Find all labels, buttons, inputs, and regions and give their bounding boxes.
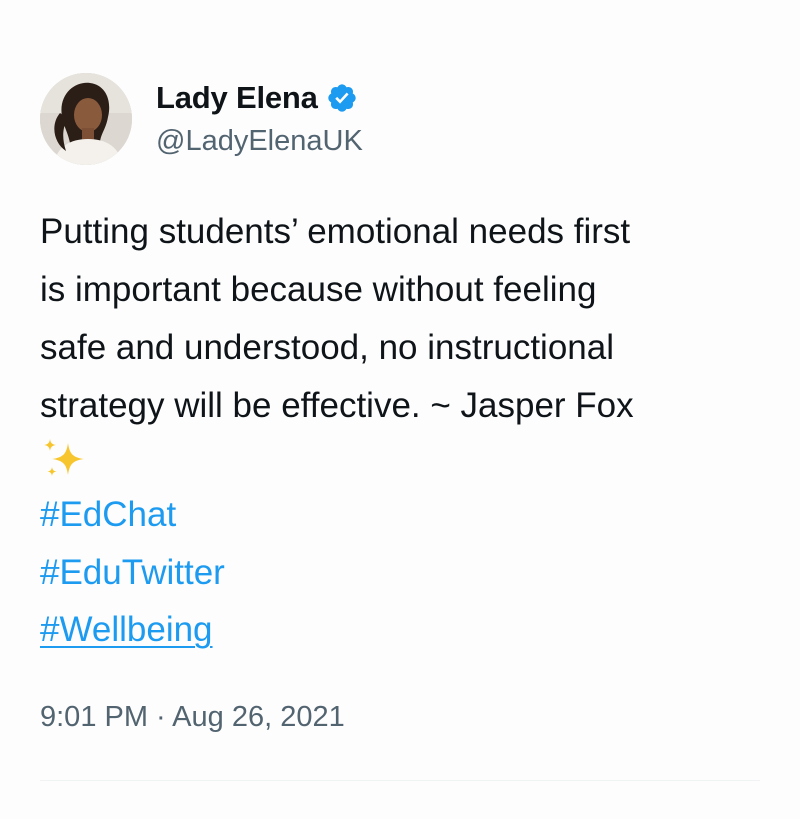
- hashtag-edutwitter[interactable]: #EduTwitter: [40, 551, 225, 595]
- author-name-row: Lady Elena: [156, 78, 358, 118]
- tweet-text-line: strategy will be effective. ~ Jasper Fox: [40, 386, 634, 425]
- tweet-text-line: safe and understood, no instructional: [40, 328, 614, 367]
- avatar-image: [40, 73, 132, 165]
- tweet: Lady Elena @LadyElenaUK Putting students…: [0, 0, 800, 819]
- hashtag-edchat[interactable]: #EdChat: [40, 493, 176, 537]
- verified-badge-icon[interactable]: [326, 82, 358, 114]
- sparkles-icon: [40, 437, 90, 483]
- tweet-text: Putting students’ emotional needs first …: [40, 203, 780, 435]
- hashtag-wellbeing[interactable]: #Wellbeing: [40, 608, 213, 652]
- tweet-text-line: Putting students’ emotional needs first: [40, 212, 631, 251]
- divider: [40, 780, 760, 781]
- avatar[interactable]: [40, 73, 132, 165]
- tweet-timestamp[interactable]: 9:01 PM · Aug 26, 2021: [40, 701, 345, 734]
- tweet-text-line: is important because without feeling: [40, 270, 597, 309]
- author-handle[interactable]: @LadyElenaUK: [156, 125, 363, 158]
- display-name[interactable]: Lady Elena: [156, 80, 318, 116]
